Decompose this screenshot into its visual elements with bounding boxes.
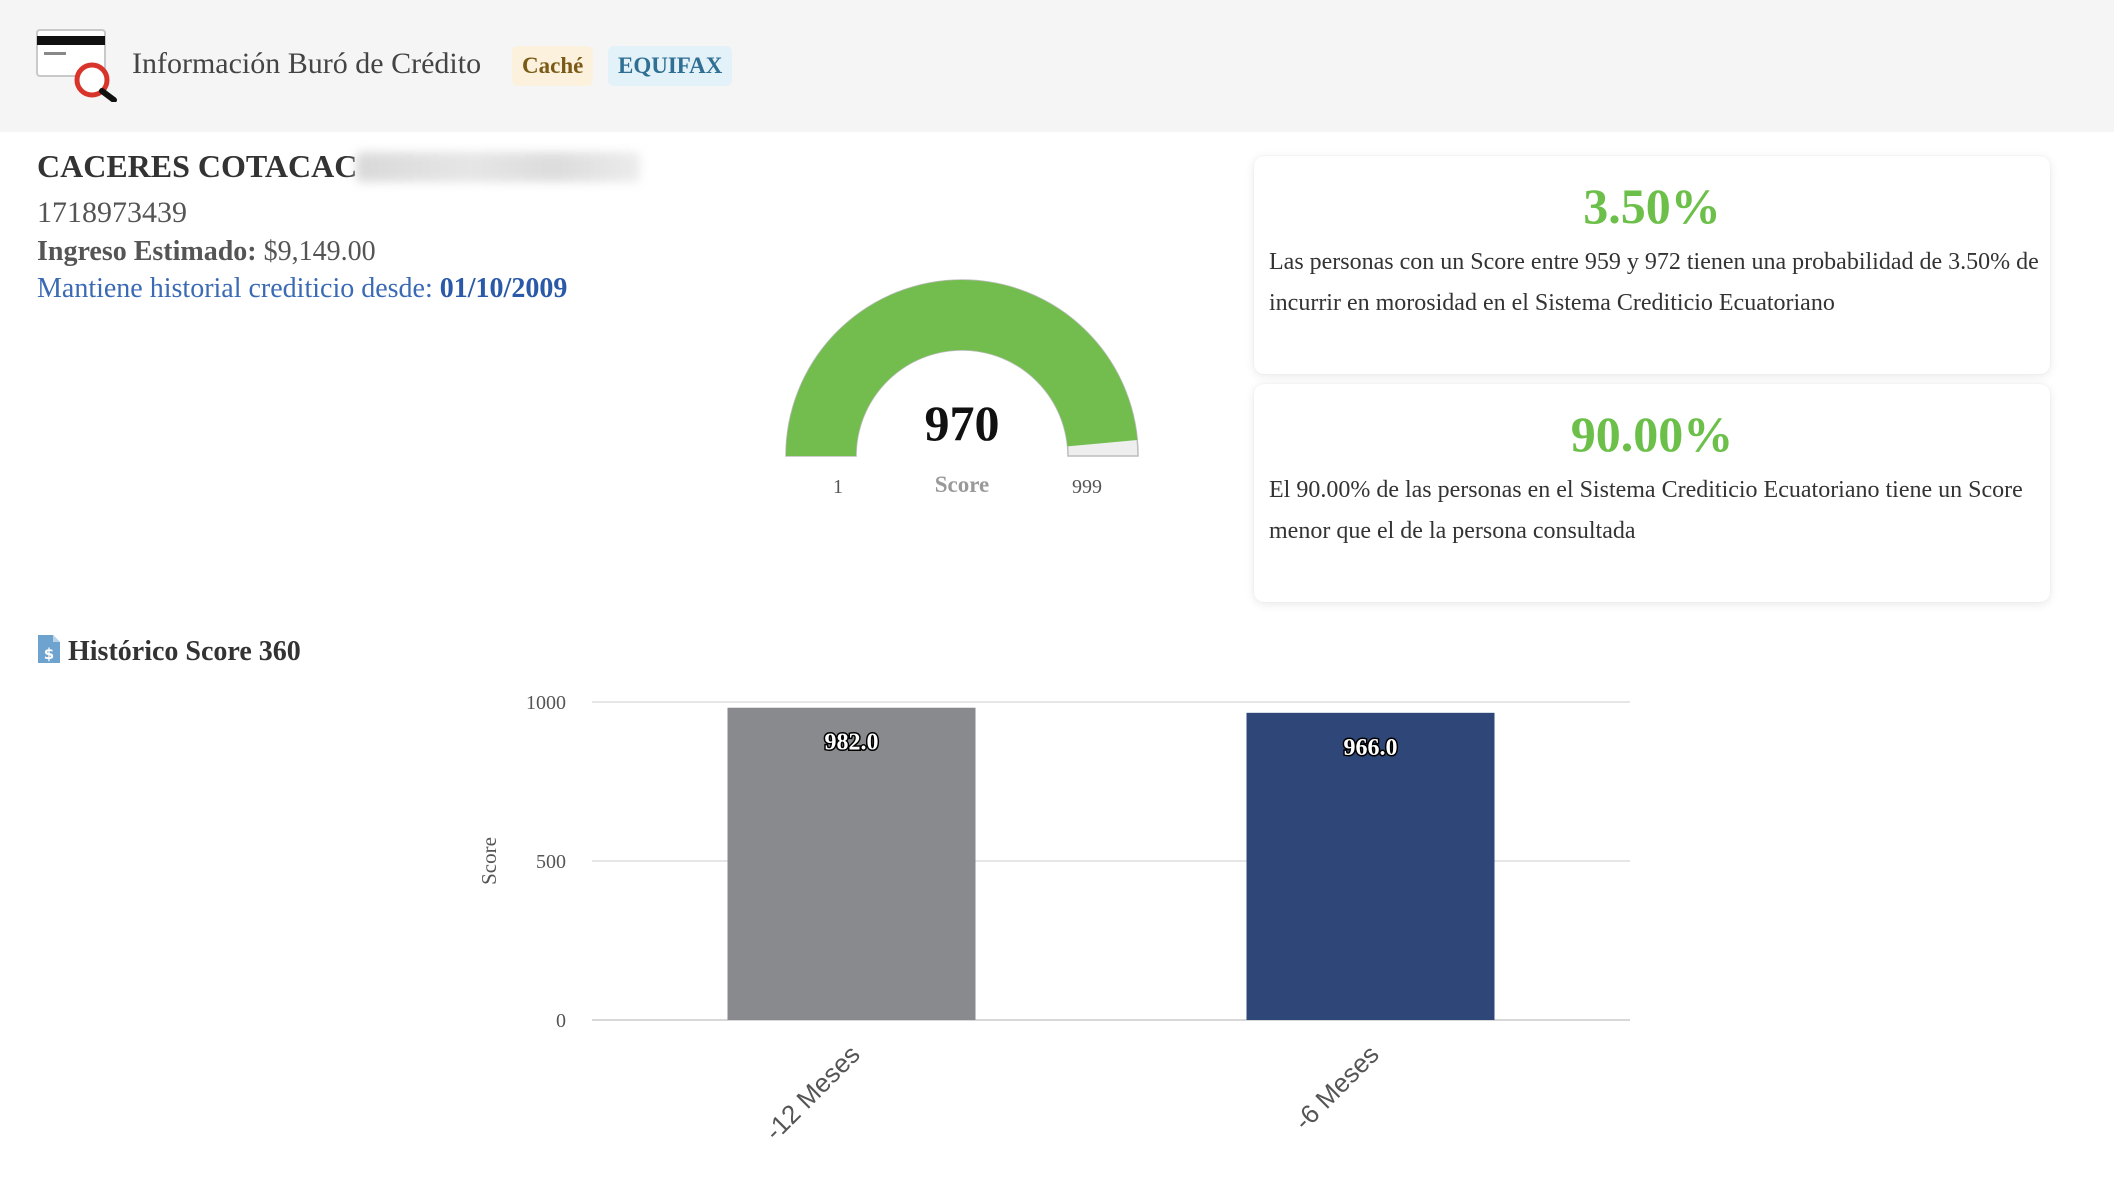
person-id-number: 1718973439 bbox=[37, 196, 187, 229]
equifax-badge: EQUIFAX bbox=[608, 46, 733, 86]
y-tick-label: 0 bbox=[556, 1010, 566, 1032]
y-tick-label: 500 bbox=[536, 851, 566, 873]
income-label: Ingreso Estimado: bbox=[37, 236, 257, 267]
score-gauge: 970 Score 1 999 bbox=[785, 279, 1139, 498]
history-label: Mantiene historial crediticio desde: bbox=[37, 273, 433, 304]
estimated-income: Ingreso Estimado: $9,149.00 bbox=[37, 233, 376, 271]
gauge-max: 999 bbox=[1072, 476, 1102, 498]
section-title: $ Histórico Score 360 bbox=[36, 632, 301, 672]
history-date: 01/10/2009 bbox=[439, 273, 568, 304]
probability-value: 3.50% bbox=[1583, 178, 1721, 234]
cache-badge: Caché bbox=[512, 46, 594, 86]
gauge-min: 1 bbox=[833, 476, 843, 498]
score-history-chart: 0 500 1000 Score 982.0 -12 Meses 966.0 -6 Meses bbox=[477, 692, 1630, 1146]
credit-card-search-icon bbox=[36, 29, 117, 102]
percentile-card: 90.00% El 90.00% de las personas en el S… bbox=[1254, 384, 2050, 602]
credit-history-since: Mantiene historial crediticio desde: 01/… bbox=[37, 270, 567, 308]
gauge-value: 970 bbox=[925, 395, 1000, 451]
percentile-text: El 90.00% de las personas en el Sistema … bbox=[1269, 477, 2023, 544]
percentile-value: 90.00% bbox=[1570, 406, 1734, 462]
income-value: $9,149.00 bbox=[263, 236, 376, 267]
section-title-text: Histórico Score 360 bbox=[68, 636, 301, 667]
x-category-label: -6 Meses bbox=[1288, 1039, 1385, 1136]
probability-text: Las personas con un Score entre 959 y 97… bbox=[1269, 249, 2039, 316]
bar-data-label: 982.0 bbox=[825, 730, 879, 756]
header-bar: Información Buró de Crédito Caché EQUIFA… bbox=[0, 0, 2114, 132]
gauge-label: Score bbox=[935, 472, 990, 497]
document-dollar-icon: $ bbox=[38, 635, 60, 663]
svg-text:$: $ bbox=[44, 645, 54, 663]
bar-data-label: 966.0 bbox=[1344, 735, 1398, 761]
x-category-label: -12 Meses bbox=[759, 1039, 866, 1146]
app-title: Información Buró de Crédito bbox=[132, 47, 482, 80]
probability-card: 3.50% Las personas con un Score entre 95… bbox=[1254, 156, 2050, 374]
person-name: CACERES COTACAC bbox=[37, 148, 358, 184]
y-tick-label: 1000 bbox=[526, 692, 566, 714]
redacted-name-blur bbox=[356, 152, 640, 182]
y-axis-label: Score bbox=[477, 837, 501, 885]
